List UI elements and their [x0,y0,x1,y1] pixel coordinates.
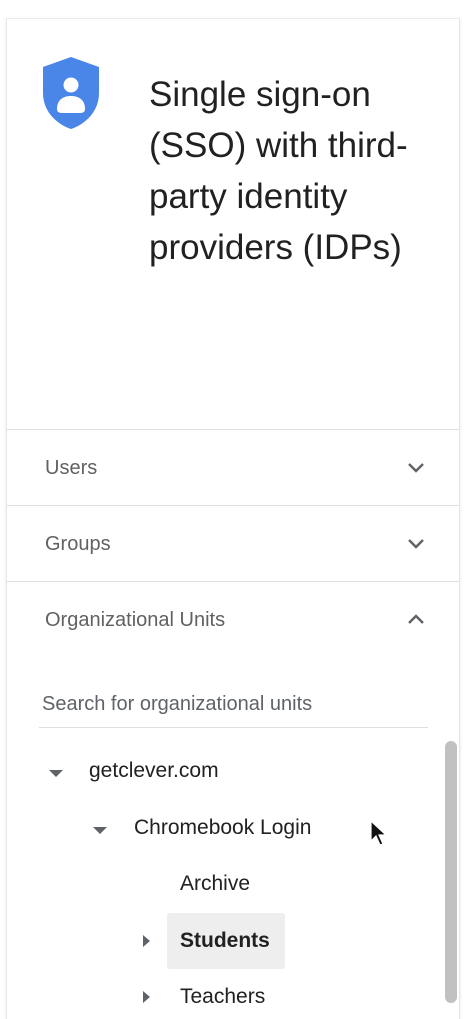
panel-header: Single sign-on (SSO) with third-party id… [7,19,459,429]
section-users[interactable]: Users [7,429,459,506]
expand-toggle-chromebook-login-icon[interactable] [93,827,107,834]
section-organizational-units[interactable]: Organizational Units [7,581,459,658]
expand-toggle-teachers-icon[interactable] [143,991,150,1003]
tree-node-chromebook-login[interactable]: Chromebook Login [134,804,311,852]
section-groups[interactable]: Groups [7,505,459,582]
chevron-down-icon[interactable] [405,532,427,554]
tree-scrollbar-thumb[interactable] [445,741,457,1003]
tree-node-archive[interactable]: Archive [180,860,250,908]
chevron-up-icon[interactable] [405,608,427,630]
shield-user-icon [43,57,99,129]
org-unit-search-input[interactable] [39,681,428,728]
expand-toggle-root-icon[interactable] [49,770,63,777]
tree-node-teachers[interactable]: Teachers [180,973,265,1019]
section-users-label: Users [45,457,98,479]
page-title: Single sign-on (SSO) with third-party id… [149,75,408,267]
section-groups-label: Groups [45,533,111,555]
expand-toggle-students-icon[interactable] [143,935,150,947]
mouse-cursor-icon [370,819,388,846]
sso-settings-panel: Single sign-on (SSO) with third-party id… [6,18,460,1019]
tree-node-root[interactable]: getclever.com [89,747,219,795]
section-organizational-units-label: Organizational Units [45,609,226,631]
tree-node-students[interactable]: Students [180,917,270,965]
chevron-down-icon[interactable] [405,456,427,478]
